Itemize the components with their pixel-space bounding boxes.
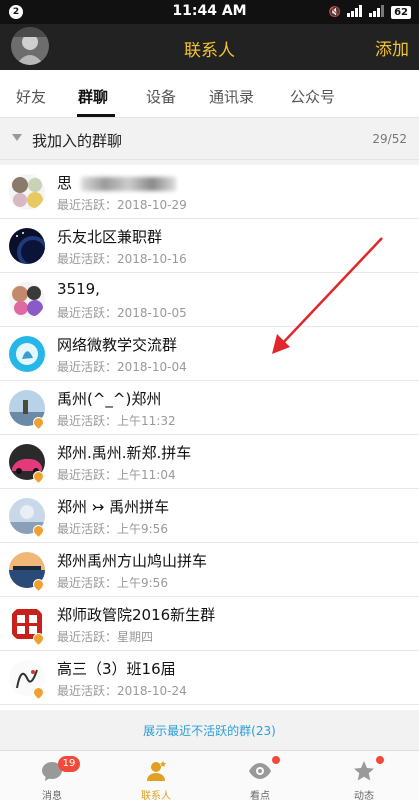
joined-groups-section[interactable]: 我加入的群聊 29/52 bbox=[0, 118, 419, 160]
signal-icon bbox=[347, 4, 363, 20]
add-button[interactable]: 添加 bbox=[375, 35, 409, 60]
tab-official-accounts[interactable]: 公众号 bbox=[290, 86, 335, 107]
list-item[interactable]: 禹州(^_^)郑州 最近活跃：上午11:32 bbox=[0, 381, 419, 435]
group-name: 3519, bbox=[57, 280, 100, 298]
group-name: 郑州 ↣ 禹州拼车 bbox=[57, 498, 170, 516]
nav-contacts[interactable]: 联系人 bbox=[104, 751, 208, 800]
last-active: 最近活跃：2018-10-16 bbox=[57, 252, 187, 266]
list-item[interactable]: 高三（3）班16届 最近活跃：2018-10-24 bbox=[0, 651, 419, 705]
eye-icon bbox=[249, 763, 271, 779]
last-active: 最近活跃：上午9:56 bbox=[57, 522, 168, 536]
notification-dot bbox=[376, 756, 384, 764]
group-avatar bbox=[9, 174, 45, 210]
group-avatar bbox=[9, 282, 45, 318]
group-name: 郑州.禹州.新郑.拼车 bbox=[57, 444, 192, 462]
tab-groups[interactable]: 群聊 bbox=[78, 86, 108, 107]
group-avatar bbox=[9, 336, 45, 372]
signal-icon-2 bbox=[369, 4, 385, 20]
status-icons: 🔇 62 bbox=[329, 4, 411, 20]
list-item[interactable]: 网络微教学交流群 最近活跃：2018-10-04 bbox=[0, 327, 419, 381]
group-name: 郑师政管院2016新生群 bbox=[57, 606, 216, 624]
group-list: 思 最近活跃：2018-10-29 乐友北区兼职群 最近活跃：2018-10-1… bbox=[0, 165, 419, 710]
notification-dot bbox=[272, 756, 280, 764]
battery-icon: 62 bbox=[391, 5, 411, 19]
status-bar: 2 11:44 AM 🔇 62 bbox=[0, 0, 419, 24]
group-name: 乐友北区兼职群 bbox=[57, 228, 163, 246]
group-name: 郑州禹州方山鸠山拼车 bbox=[57, 552, 208, 570]
contact-tabs: 好友 群聊 设备 通讯录 公众号 bbox=[0, 70, 419, 118]
show-inactive-groups-link[interactable]: 展示最近不活跃的群(23) bbox=[0, 712, 419, 750]
nav-label: 看点 bbox=[250, 791, 270, 800]
nav-label: 联系人 bbox=[141, 791, 171, 800]
last-active: 最近活跃：2018-10-04 bbox=[57, 360, 187, 374]
tab-friends[interactable]: 好友 bbox=[16, 86, 46, 107]
list-item[interactable]: 3519, 最近活跃：2018-10-05 bbox=[0, 273, 419, 327]
last-active: 最近活跃：星期四 bbox=[57, 630, 154, 644]
nav-moments[interactable]: 动态 bbox=[312, 751, 416, 800]
app-header: 联系人 添加 bbox=[0, 24, 419, 70]
nav-label: 消息 bbox=[42, 791, 62, 800]
last-active: 最近活跃：上午9:56 bbox=[57, 576, 168, 590]
mute-icon: 🔇 bbox=[328, 6, 342, 18]
last-active: 最近活跃：上午11:04 bbox=[57, 468, 176, 482]
section-count: 29/52 bbox=[372, 132, 407, 146]
section-title: 我加入的群聊 bbox=[32, 132, 123, 150]
list-item[interactable]: 郑州.禹州.新郑.拼车 最近活跃：上午11:04 bbox=[0, 435, 419, 489]
blurred-name bbox=[80, 176, 176, 191]
last-active: 最近活跃：2018-10-05 bbox=[57, 306, 187, 320]
list-item[interactable]: 郑师政管院2016新生群 最近活跃：星期四 bbox=[0, 597, 419, 651]
bottom-navigation: 19 消息 联系人 看点 动态 bbox=[0, 750, 419, 800]
page-title: 联系人 bbox=[184, 41, 235, 61]
contacts-person-icon bbox=[147, 761, 166, 781]
group-name: 思 bbox=[57, 172, 176, 193]
group-name: 网络微教学交流群 bbox=[57, 336, 178, 354]
nav-discover[interactable]: 看点 bbox=[208, 751, 312, 800]
list-item[interactable]: 郑州禹州方山鸠山拼车 最近活跃：上午9:56 bbox=[0, 543, 419, 597]
group-name: 禹州(^_^)郑州 bbox=[57, 390, 162, 408]
last-active: 最近活跃：2018-10-24 bbox=[57, 684, 187, 698]
unread-badge: 19 bbox=[58, 756, 80, 772]
last-active: 最近活跃：上午11:32 bbox=[57, 414, 176, 428]
last-active: 最近活跃：2018-10-29 bbox=[57, 198, 187, 212]
list-item[interactable]: 思 最近活跃：2018-10-29 bbox=[0, 165, 419, 219]
tab-address-book[interactable]: 通讯录 bbox=[209, 86, 254, 107]
list-item[interactable]: 乐友北区兼职群 最近活跃：2018-10-16 bbox=[0, 219, 419, 273]
list-item[interactable]: 郑州 ↣ 禹州拼车 最近活跃：上午9:56 bbox=[0, 489, 419, 543]
group-name: 高三（3）班16届 bbox=[57, 660, 176, 678]
user-avatar[interactable] bbox=[11, 27, 49, 65]
tab-devices[interactable]: 设备 bbox=[146, 86, 176, 107]
collapse-arrow-icon bbox=[12, 134, 22, 141]
group-avatar bbox=[9, 228, 45, 264]
star-icon bbox=[354, 761, 374, 781]
nav-messages[interactable]: 19 消息 bbox=[0, 751, 104, 800]
active-tab-indicator bbox=[77, 114, 115, 117]
nav-label: 动态 bbox=[354, 791, 374, 800]
